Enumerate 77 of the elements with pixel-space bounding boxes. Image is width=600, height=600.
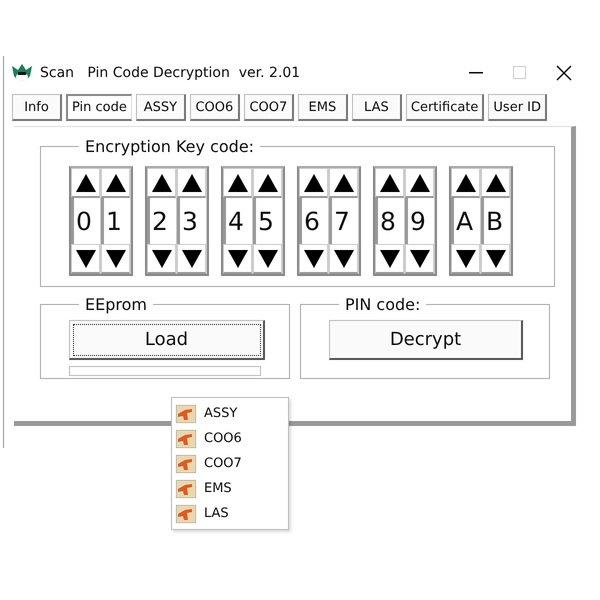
- down-triangle-icon: [228, 250, 248, 268]
- increment-button[interactable]: [481, 168, 510, 198]
- up-triangle-icon: [106, 174, 126, 192]
- down-triangle-icon: [380, 250, 400, 268]
- decrement-button[interactable]: [101, 244, 130, 274]
- up-triangle-icon: [228, 174, 248, 192]
- group-title: Encryption Key code:: [84, 137, 256, 156]
- hand-icon: [176, 504, 196, 522]
- tab[interactable]: Certificate: [406, 94, 484, 121]
- cartoon-logo-icon: [10, 62, 34, 84]
- tab[interactable]: LAS: [352, 94, 402, 121]
- down-triangle-icon: [334, 250, 354, 268]
- tab[interactable]: COO6: [190, 94, 240, 121]
- menu-item[interactable]: COO6: [172, 426, 288, 451]
- decrement-button[interactable]: [405, 244, 434, 274]
- increment-button[interactable]: [147, 168, 176, 198]
- group-title: EEprom: [84, 295, 148, 314]
- increment-button[interactable]: [177, 168, 206, 198]
- up-triangle-icon: [182, 174, 202, 192]
- down-triangle-icon: [152, 250, 172, 268]
- increment-button[interactable]: [299, 168, 328, 198]
- up-triangle-icon: [410, 174, 430, 192]
- increment-button[interactable]: [101, 168, 130, 198]
- down-triangle-icon: [304, 250, 324, 268]
- tab[interactable]: ASSY: [136, 94, 186, 121]
- hand-icon: [176, 480, 196, 498]
- decrement-button[interactable]: [147, 244, 176, 274]
- decrement-button[interactable]: [223, 244, 252, 274]
- hand-icon: [176, 454, 196, 472]
- down-triangle-icon: [410, 250, 430, 268]
- increment-button[interactable]: [329, 168, 358, 198]
- tab[interactable]: EMS: [298, 94, 348, 121]
- decrypt-button[interactable]: Decrypt: [329, 320, 523, 360]
- up-triangle-icon: [258, 174, 278, 192]
- decrement-button[interactable]: [481, 244, 510, 274]
- decrement-button[interactable]: [253, 244, 282, 274]
- tab[interactable]: COO7: [244, 94, 294, 121]
- minimize-icon: [469, 72, 483, 74]
- hand-icon: [176, 430, 196, 448]
- decrement-button[interactable]: [299, 244, 328, 274]
- tab[interactable]: Info: [12, 94, 62, 121]
- up-triangle-icon: [76, 174, 96, 192]
- decrement-button[interactable]: [177, 244, 206, 274]
- increment-button[interactable]: [451, 168, 480, 198]
- group-title: PIN code:: [344, 295, 422, 314]
- up-triangle-icon: [334, 174, 354, 192]
- tab[interactable]: Pin code: [66, 94, 132, 121]
- up-triangle-icon: [486, 174, 506, 192]
- increment-button[interactable]: [405, 168, 434, 198]
- down-triangle-icon: [76, 250, 96, 268]
- up-triangle-icon: [304, 174, 324, 192]
- increment-button[interactable]: [223, 168, 252, 198]
- increment-button[interactable]: [253, 168, 282, 198]
- down-triangle-icon: [456, 250, 476, 268]
- hand-icon: [176, 404, 196, 422]
- close-icon: [556, 65, 572, 81]
- maximize-icon: [513, 66, 527, 80]
- down-triangle-icon: [106, 250, 126, 268]
- decrement-button[interactable]: [451, 244, 480, 274]
- up-triangle-icon: [456, 174, 476, 192]
- down-triangle-icon: [258, 250, 278, 268]
- menu-item[interactable]: COO7: [172, 451, 288, 476]
- menu-item[interactable]: ASSY: [172, 401, 288, 426]
- decrement-button[interactable]: [375, 244, 404, 274]
- increment-button[interactable]: [375, 168, 404, 198]
- down-triangle-icon: [486, 250, 506, 268]
- load-button[interactable]: Load: [69, 320, 265, 360]
- window-title: Scan Pin Code Decryption ver. 2.01: [40, 65, 300, 81]
- decrement-button[interactable]: [71, 244, 100, 274]
- down-triangle-icon: [182, 250, 202, 268]
- menu-item[interactable]: LAS: [172, 501, 288, 526]
- up-triangle-icon: [152, 174, 172, 192]
- decrement-button[interactable]: [329, 244, 358, 274]
- tab[interactable]: User ID: [488, 94, 548, 121]
- increment-button[interactable]: [71, 168, 100, 198]
- menu-item[interactable]: EMS: [172, 476, 288, 501]
- up-triangle-icon: [380, 174, 400, 192]
